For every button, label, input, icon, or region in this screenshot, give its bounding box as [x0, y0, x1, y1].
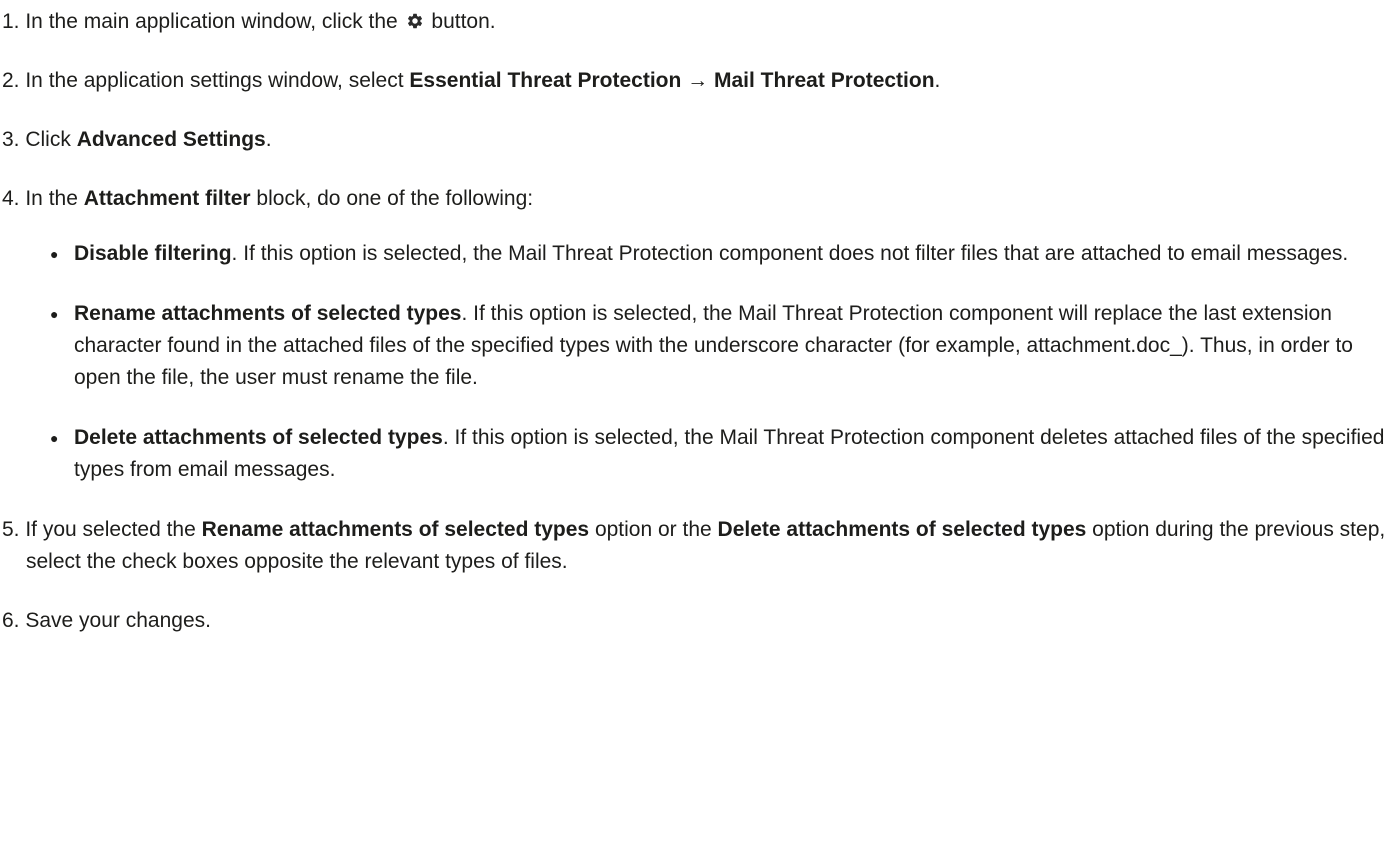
step-number: 3. — [2, 128, 20, 151]
list-item: ● Rename attachments of selected types. I… — [2, 298, 1389, 394]
step-number: 1. — [2, 10, 20, 33]
ui-term: Delete attachments of selected types — [717, 518, 1087, 541]
step-text: Click — [19, 128, 77, 151]
option-description: . If this option is selected, the Mail T… — [231, 242, 1349, 265]
bullet-icon: ● — [50, 246, 59, 262]
arrow-separator: → — [681, 69, 714, 92]
step-4: 4. In the Attachment filter block, do on… — [2, 183, 1389, 215]
step-number: 2. — [2, 69, 20, 92]
ui-term: Advanced Settings — [76, 128, 266, 151]
option-name: Rename attachments of selected types — [74, 302, 462, 325]
step-6: 6. Save your changes. — [2, 605, 1389, 637]
gear-icon — [407, 13, 422, 29]
step-text: In the application settings window, sele… — [19, 69, 410, 92]
step-text: Save your changes. — [19, 609, 211, 632]
option-list: ● Disable filtering. If this option is se… — [2, 238, 1389, 486]
ui-term: Mail Threat Protection — [714, 69, 935, 92]
ui-term: Rename attachments of selected types — [201, 518, 590, 541]
step-text: . — [934, 69, 941, 92]
instructions-document: 1. In the main application window, click… — [0, 0, 1399, 637]
step-text: In the — [19, 187, 84, 210]
step-text: block, do one of the following: — [250, 187, 534, 210]
list-item: ● Disable filtering. If this option is se… — [2, 238, 1389, 270]
ui-term: Attachment filter — [83, 187, 251, 210]
step-5: 5. If you selected the Rename attachment… — [2, 514, 1389, 578]
step-2: 2. In the application settings window, s… — [2, 65, 1389, 97]
step-text: . — [265, 128, 272, 151]
step-1: 1. In the main application window, click… — [2, 6, 1389, 38]
option-name: Disable filtering — [74, 242, 232, 265]
step-number: 5. — [2, 518, 20, 541]
list-item: ● Delete attachments of selected types. I… — [2, 422, 1389, 486]
step-text: In the main application window, click th… — [19, 10, 404, 33]
step-text: option or the — [589, 518, 718, 541]
step-number: 4. — [2, 187, 20, 210]
bullet-icon: ● — [50, 430, 59, 446]
step-text: If you selected the — [19, 518, 202, 541]
step-text: button. — [425, 10, 496, 33]
ui-term: Essential Threat Protection — [409, 69, 682, 92]
step-3: 3. Click Advanced Settings. — [2, 124, 1389, 156]
bullet-icon: ● — [50, 306, 59, 322]
option-name: Delete attachments of selected types — [74, 426, 443, 449]
step-number: 6. — [2, 609, 20, 632]
